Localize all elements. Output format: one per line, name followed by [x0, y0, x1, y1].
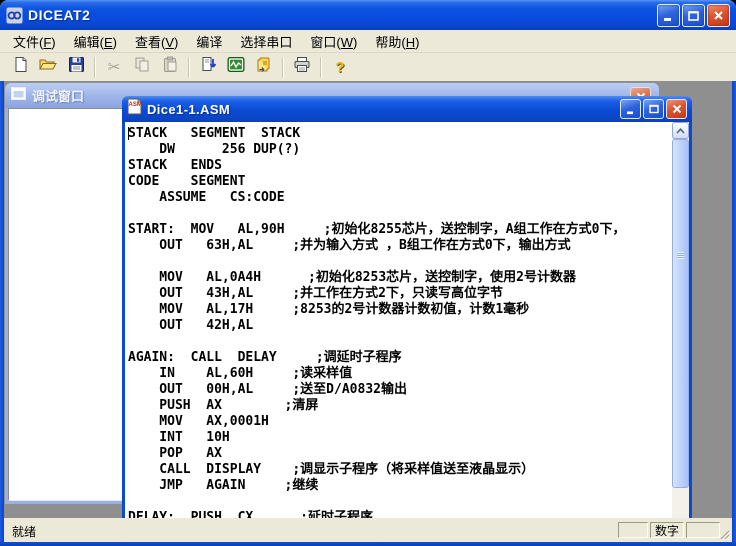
help-button[interactable]: ? — [326, 54, 354, 81]
app-icon — [6, 7, 23, 24]
asm-close-button[interactable] — [666, 99, 687, 119]
new-file-button[interactable] — [6, 54, 34, 81]
toolbar-separator — [188, 57, 190, 78]
open-folder-icon — [39, 56, 57, 78]
status-pane-1 — [618, 522, 648, 538]
menu-item-file[interactable]: 文件(F) — [4, 29, 65, 54]
new-document-icon — [12, 56, 29, 78]
menu-item-compile[interactable]: 编译 — [187, 29, 231, 54]
vertical-scrollbar[interactable] — [672, 122, 689, 518]
open-file-button[interactable] — [34, 54, 62, 81]
asm-window-body: STACK SEGMENT STACK DW 256 DUP(?) STACK … — [122, 122, 692, 518]
menu-item-edit[interactable]: 编辑(E) — [65, 29, 126, 54]
download-icon — [255, 56, 273, 78]
menu-item-help[interactable]: 帮助(H) — [366, 29, 428, 54]
print-button[interactable] — [288, 54, 316, 81]
oscilloscope-button[interactable] — [222, 54, 250, 81]
cut-button[interactable]: ✂ — [100, 54, 128, 81]
close-button[interactable] — [707, 4, 730, 27]
status-pane-3 — [686, 522, 720, 538]
copy-button[interactable] — [128, 54, 156, 81]
debug-window-icon — [11, 87, 26, 105]
print-icon — [293, 56, 311, 78]
paste-icon — [162, 56, 179, 78]
status-bar: 就绪 数字 — [4, 518, 732, 542]
scroll-thumb[interactable] — [672, 139, 689, 488]
asm-window-titlebar[interactable]: ASM Dice1-1.ASM — [122, 96, 692, 122]
asm-window: ASM Dice1-1.ASM STACK SEGMENT STACK DW 2… — [122, 96, 692, 518]
toolbar: ✂ ? — [0, 52, 736, 81]
debug-window-title: 调试窗口 — [32, 86, 84, 105]
toolbar-separator — [320, 57, 322, 78]
cut-icon: ✂ — [108, 58, 121, 76]
help-icon: ? — [335, 59, 344, 76]
app-title: DICEAT2 — [28, 7, 90, 23]
window-border-left — [0, 28, 4, 546]
menu-item-serial-port[interactable]: 选择串口 — [231, 29, 301, 54]
asm-icon-label: ASM — [129, 102, 142, 108]
status-ready-text: 就绪 — [12, 523, 36, 540]
text-caret — [128, 127, 129, 140]
scroll-up-button[interactable] — [672, 122, 689, 139]
mdi-workspace: 调试窗口 ASM Dice1-1.ASM STACK SEGME — [4, 80, 732, 518]
download-button[interactable] — [250, 54, 278, 81]
maximize-button[interactable] — [682, 4, 705, 27]
app-window: DICEAT2 文件(F) 编辑(E) 查看(V) 编译 选择串口 窗口(W) … — [0, 0, 736, 546]
asm-file-icon: ASM — [127, 98, 142, 120]
oscilloscope-icon — [227, 56, 245, 78]
asm-window-title: Dice1-1.ASM — [147, 102, 230, 117]
compile-icon — [200, 56, 217, 78]
menu-bar: 文件(F) 编辑(E) 查看(V) 编译 选择串口 窗口(W) 帮助(H) — [0, 30, 736, 52]
asm-maximize-button[interactable] — [643, 99, 664, 119]
compile-button[interactable] — [194, 54, 222, 81]
save-button[interactable] — [62, 54, 90, 81]
paste-button[interactable] — [156, 54, 184, 81]
copy-icon — [134, 56, 151, 78]
code-editor[interactable]: STACK SEGMENT STACK DW 256 DUP(?) STACK … — [125, 122, 672, 518]
menu-item-window[interactable]: 窗口(W) — [301, 29, 366, 54]
asm-minimize-button[interactable] — [620, 99, 641, 119]
window-border-bottom — [0, 542, 736, 546]
save-icon — [68, 56, 85, 78]
toolbar-separator — [94, 57, 96, 78]
window-border-right — [732, 28, 736, 546]
toolbar-separator — [282, 57, 284, 78]
minimize-button[interactable] — [657, 4, 680, 27]
status-pane-num: 数字 — [650, 522, 684, 538]
resize-grip[interactable] — [717, 527, 731, 541]
app-titlebar[interactable]: DICEAT2 — [0, 0, 736, 30]
menu-item-view[interactable]: 查看(V) — [126, 29, 187, 54]
